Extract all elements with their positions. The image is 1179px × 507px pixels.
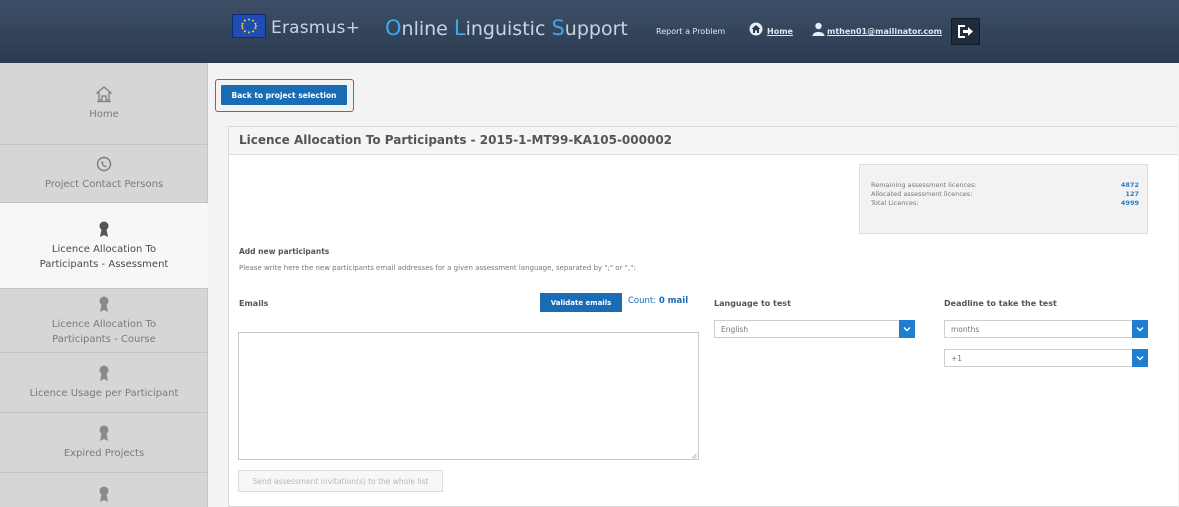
chevron-down-icon <box>1132 320 1148 338</box>
site-title: Online Linguistic Support <box>385 16 628 40</box>
deadline-label: Deadline to take the test <box>944 299 1057 308</box>
award-icon <box>96 424 112 442</box>
sidebar-item-licence-usage[interactable]: Licence Usage per Participant <box>0 353 208 413</box>
deadline-value-select[interactable]: +1 <box>944 349 1148 367</box>
back-to-project-selection-button[interactable]: Back to project selection <box>221 85 347 105</box>
logout-button[interactable] <box>951 18 980 45</box>
sidebar: Home Project Contact Persons Licence All… <box>0 63 208 507</box>
sidebar-item-label: Project Contact Persons <box>44 179 164 190</box>
deadline-unit-select[interactable]: months <box>944 320 1148 338</box>
page-title: Licence Allocation To Participants - 201… <box>229 127 1178 155</box>
home-link[interactable]: Home <box>767 27 793 36</box>
chevron-down-icon <box>899 320 915 338</box>
logout-icon <box>958 25 973 38</box>
sidebar-item-project-contact-persons[interactable]: Project Contact Persons <box>0 145 208 203</box>
award-icon <box>96 220 112 238</box>
erasmus-brand: Erasmus+ <box>271 18 361 38</box>
user-icon <box>812 21 825 36</box>
stat-total: Total Licences: 4999 <box>871 199 1139 207</box>
deadline-value: +1 <box>951 354 963 363</box>
add-participants-description: Please write here the new participants e… <box>239 264 636 272</box>
award-icon <box>96 295 112 313</box>
top-header: Erasmus+ Online Linguistic Support Repor… <box>0 0 1179 63</box>
language-select-value: English <box>721 325 749 334</box>
stat-remaining: Remaining assessment licences: 4872 <box>871 181 1139 189</box>
language-select[interactable]: English <box>714 320 915 338</box>
award-icon <box>96 364 112 382</box>
award-icon <box>96 485 112 503</box>
sidebar-item-expired-projects[interactable]: Expired Projects <box>0 413 208 473</box>
user-email-link[interactable]: mthen01@mailinator.com <box>827 27 942 36</box>
sidebar-item-licence-allocation-course[interactable]: Licence Allocation To Participants - Cou… <box>0 289 208 353</box>
send-invitations-button[interactable]: Send assessment invitation(s) to the who… <box>238 470 443 492</box>
stat-allocated: Allocated assessment licences: 127 <box>871 190 1139 198</box>
licence-allocation-panel: Licence Allocation To Participants - 201… <box>228 126 1178 507</box>
validate-emails-button[interactable]: Validate emails <box>540 293 622 312</box>
email-count: Count: 0 mail <box>628 296 689 306</box>
sidebar-item-label: Licence Allocation To Participants - Cou… <box>51 318 157 345</box>
sidebar-item-home[interactable]: Home <box>0 63 208 145</box>
sidebar-item-licence-allocation-assessment[interactable]: Licence Allocation To Participants - Ass… <box>0 203 208 289</box>
contact-icon <box>96 155 112 173</box>
report-problem-link[interactable]: Report a Problem <box>656 27 725 36</box>
main-content: Back to project selection Licence Alloca… <box>208 63 1179 507</box>
emails-textarea[interactable] <box>238 332 699 460</box>
home-icon[interactable] <box>748 21 764 36</box>
sidebar-item-label: Licence Usage per Participant <box>29 388 179 399</box>
add-participants-title: Add new participants <box>239 247 330 256</box>
sidebar-item-label: Expired Projects <box>63 448 145 459</box>
emails-label: Emails <box>239 299 269 308</box>
deadline-unit-value: months <box>951 325 980 334</box>
home-icon <box>96 85 112 103</box>
chevron-down-icon <box>1132 349 1148 367</box>
language-label: Language to test <box>714 299 791 308</box>
sidebar-item-label: Licence Allocation To Participants - Ass… <box>39 243 169 270</box>
eu-flag-icon <box>232 14 266 38</box>
sidebar-item-more[interactable] <box>0 473 208 507</box>
resize-grip-icon[interactable] <box>691 453 697 459</box>
licence-stats-box: Remaining assessment licences: 4872 Alloc… <box>859 164 1148 234</box>
sidebar-item-label: Home <box>89 109 119 120</box>
